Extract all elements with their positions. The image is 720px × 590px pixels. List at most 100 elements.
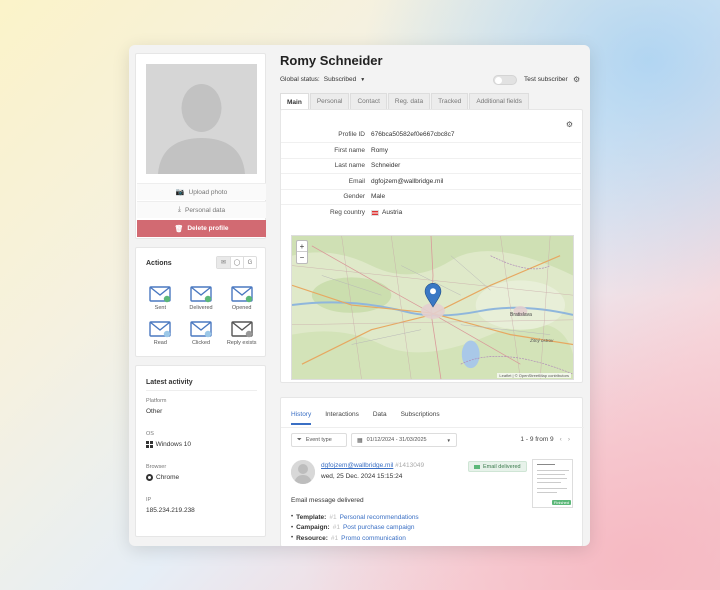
mail-icon <box>474 464 480 469</box>
chevron-left-icon[interactable]: ‹ <box>560 436 562 443</box>
page-title: Romy Schneider <box>280 53 383 68</box>
action-opened[interactable]: Opened <box>221 286 262 311</box>
template-link[interactable]: Personal recommendations <box>340 514 419 521</box>
action-read[interactable]: Read <box>140 321 181 346</box>
chrome-icon <box>146 474 153 481</box>
platform-label: Platform <box>146 398 167 404</box>
map-attribution[interactable]: Leaflet | © OpenStreetMap contributors <box>497 373 571 378</box>
ip-value: 185.234.219.238 <box>146 507 195 514</box>
tab-reg-data[interactable]: Reg. data <box>387 93 431 109</box>
map-zoom-control: + − <box>296 240 308 264</box>
event-sender-id: #1413049 <box>395 462 425 469</box>
event-sender[interactable]: dgfojzem@wallbridge.mil #1413049 <box>321 462 424 469</box>
thumb-status-badge: Finished <box>551 500 571 505</box>
actions-grid: Sent Delivered Opened Read Clicked Reply… <box>140 286 262 346</box>
field-row-profile-id: Profile ID 676bca50582ef0e667cbc8c7 <box>281 128 581 143</box>
field-row-first-name: First name Romy <box>281 144 581 159</box>
trash-icon: 🗑 <box>174 225 184 233</box>
thumb-line <box>537 474 565 475</box>
thumb-line <box>537 478 567 479</box>
field-value: dgfojzem@wallbridge.mil <box>371 178 443 185</box>
thumb-line <box>537 492 557 493</box>
action-clicked[interactable]: Clicked <box>181 321 222 346</box>
calendar-icon: ▦ <box>357 437 363 444</box>
event-type-filter[interactable]: ⏷ Event type <box>291 433 347 447</box>
status-badge: Email delivered <box>468 461 527 472</box>
personal-data-button[interactable]: ⤓ Personal data <box>137 201 266 218</box>
campaign-link[interactable]: Post purchase campaign <box>343 524 415 531</box>
location-map[interactable]: Bratislava Žitný ostrov + − Leaflet | © … <box>291 235 574 380</box>
email-value: dgfojzem@wallbridge.mil <box>371 178 444 185</box>
campaign-label: Campaign: <box>296 524 330 532</box>
history-pagination: 1 - 9 from 9 ‹ › <box>520 436 570 443</box>
test-subscriber-toggle[interactable] <box>493 75 517 85</box>
history-tabs: History Interactions Data Subscriptions <box>291 411 440 425</box>
tab-additional-fields[interactable]: Additional fields <box>469 93 529 109</box>
actions-card: Actions ✉ ◯ G Sent Delivered Opened Read… <box>135 247 266 357</box>
crm-window: 📷 Upload photo ⤓ Personal data 🗑 Delete … <box>129 45 590 546</box>
personal-data-label: Personal data <box>184 206 226 214</box>
chevron-right-icon[interactable]: › <box>568 436 570 443</box>
mail-delivered-icon <box>190 286 212 303</box>
field-label: Profile ID <box>338 131 365 138</box>
action-sent[interactable]: Sent <box>140 286 181 311</box>
field-label: Gender <box>343 193 365 200</box>
caret-down-icon: ▼ <box>446 437 451 443</box>
upload-photo-button[interactable]: 📷 Upload photo <box>137 183 266 200</box>
delete-profile-label: Delete profile <box>187 225 229 232</box>
global-status-value: Subscribed <box>323 76 357 83</box>
tab-main[interactable]: Main <box>280 93 309 110</box>
reg-country-value: Austria <box>382 209 403 216</box>
download-icon: ⤓ <box>177 206 181 213</box>
list-item: • Resource: #1 Promo communication <box>291 533 531 544</box>
avatar <box>146 64 257 174</box>
actions-channel-switch: ✉ ◯ G <box>216 256 257 269</box>
tab-history[interactable]: History <box>291 411 312 425</box>
event-sender-email[interactable]: dgfojzem@wallbridge.mil <box>321 462 393 469</box>
map-tiles <box>292 236 573 379</box>
map-label-city: Bratislava <box>510 312 532 318</box>
action-sent-label: Sent <box>154 305 166 311</box>
action-reply-exists[interactable]: Reply exists <box>221 321 262 346</box>
actions-title: Actions <box>146 260 172 267</box>
tab-interactions[interactable]: Interactions <box>325 411 359 425</box>
zoom-in-button[interactable]: + <box>297 241 307 252</box>
platform-value: Other <box>146 408 162 415</box>
zoom-out-button[interactable]: − <box>297 252 307 263</box>
activity-divider <box>146 390 257 391</box>
map-label-town: Žitný ostrov <box>530 338 554 343</box>
camera-icon: 📷 <box>175 189 185 196</box>
status-badge-text: Email delivered <box>483 463 521 470</box>
action-read-label: Read <box>153 340 167 346</box>
upload-photo-label: Upload photo <box>188 188 228 196</box>
latest-activity-title: Latest activity <box>146 379 193 386</box>
tab-tracked[interactable]: Tracked <box>431 93 469 109</box>
tab-data[interactable]: Data <box>373 411 387 425</box>
email-preview-thumbnail[interactable]: Finished <box>532 459 573 508</box>
tab-contact[interactable]: Contact <box>350 93 387 109</box>
ip-value-text: 185.234.219.238 <box>146 507 195 514</box>
action-clicked-label: Clicked <box>191 340 211 346</box>
email-channel-icon[interactable]: ✉ <box>217 257 230 268</box>
chat-channel-icon[interactable]: ◯ <box>230 257 243 268</box>
first-name-value: Romy <box>371 147 388 154</box>
field-value: Romy <box>371 147 388 154</box>
delete-profile-button[interactable]: 🗑 Delete profile <box>137 220 266 237</box>
gender-value: Male <box>371 193 386 200</box>
os-value: Windows 10 <box>146 441 191 448</box>
field-row-email: Email dgfojzem@wallbridge.mil <box>281 175 581 190</box>
action-delivered[interactable]: Delivered <box>181 286 222 311</box>
gears-icon[interactable]: ⚙ <box>573 75 580 84</box>
mail-read-icon <box>149 321 172 338</box>
pagination-count: 1 - 9 from 9 <box>520 436 554 443</box>
browser-value-text: Chrome <box>156 474 180 481</box>
field-label: Email <box>348 178 365 185</box>
bullet-icon: • <box>291 524 294 531</box>
global-status-dropdown[interactable]: Global status: Subscribed ▼ <box>280 76 365 83</box>
tab-subscriptions[interactable]: Subscriptions <box>401 411 440 425</box>
resource-link[interactable]: Promo communication <box>341 535 406 542</box>
other-channel-icon[interactable]: G <box>243 257 256 268</box>
tab-personal[interactable]: Personal <box>309 93 350 109</box>
os-label: OS <box>146 431 154 437</box>
date-range-picker[interactable]: ▦ 01/12/2024 - 31/03/2025 ▼ <box>351 433 457 447</box>
